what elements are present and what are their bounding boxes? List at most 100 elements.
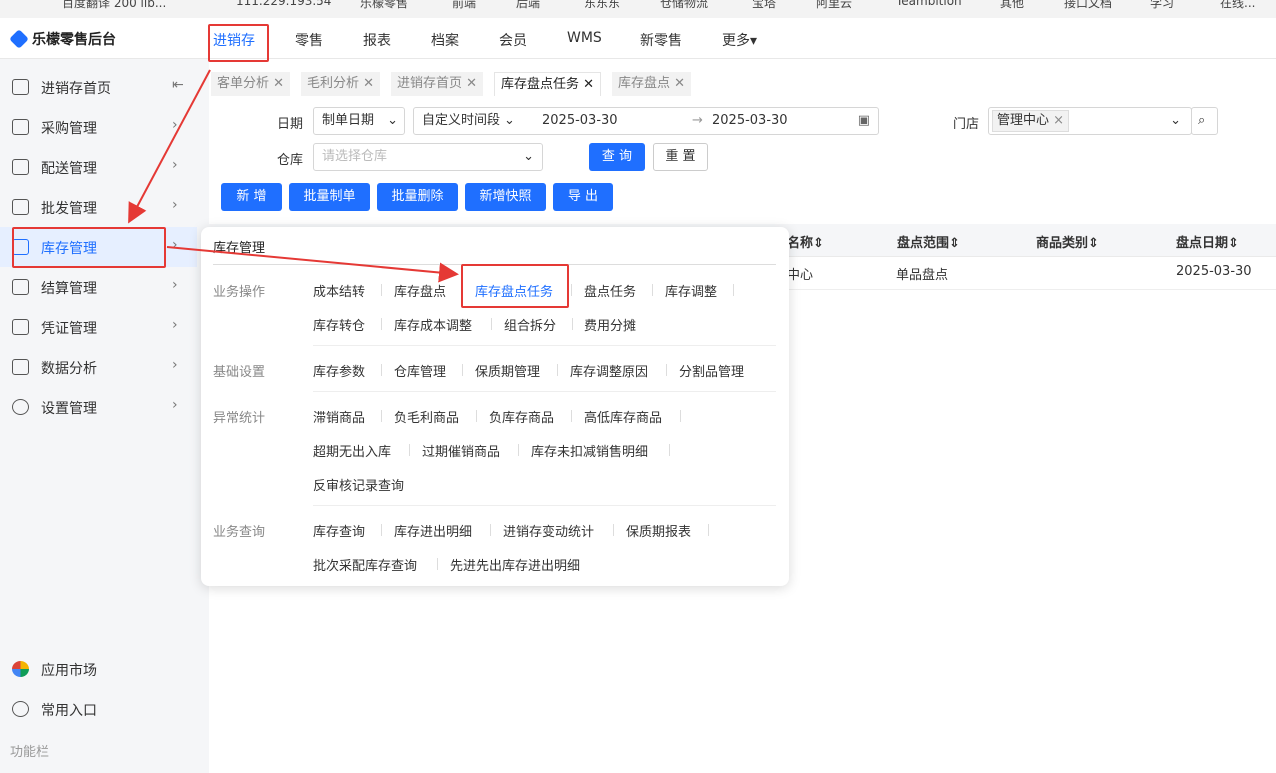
link-overdue-io[interactable]: 超期无出入库 xyxy=(313,441,391,460)
date-type-select[interactable]: 制单日期 ⌄ xyxy=(313,107,405,135)
bookmark[interactable]: 接口文档 xyxy=(1064,0,1112,11)
tab-customer-analysis[interactable]: 客单分析 ✕ xyxy=(211,72,291,96)
link-count-task[interactable]: 盘点任务 xyxy=(584,281,636,300)
query-button[interactable]: 查 询 xyxy=(589,143,645,171)
search-button[interactable]: ⌕ xyxy=(1191,107,1218,135)
tab-stocktake[interactable]: 库存盘点 ✕ xyxy=(612,72,692,96)
col-name[interactable]: 名称⇕ xyxy=(787,232,824,251)
document-icon xyxy=(12,319,29,335)
app-logo[interactable]: 乐檬零售后台 xyxy=(9,29,116,49)
link-stock-adjust[interactable]: 库存调整 xyxy=(665,281,717,300)
col-range[interactable]: 盘点范围⇕ xyxy=(897,232,960,251)
tab-margin-analysis[interactable]: 毛利分析 ✕ xyxy=(301,72,381,96)
link-stock-query[interactable]: 库存查询 xyxy=(313,521,365,540)
link-slow-moving[interactable]: 滞销商品 xyxy=(313,407,365,426)
bookmark[interactable]: 其他 xyxy=(1000,0,1024,11)
submenu-title: 库存管理 xyxy=(213,241,266,256)
link-expired-promo[interactable]: 过期催销商品 xyxy=(422,441,500,460)
link-undeducted-sales[interactable]: 库存未扣减销售明细 xyxy=(531,441,648,460)
link-shelf-report[interactable]: 保质期报表 xyxy=(626,521,691,540)
sidebar-item-wholesale[interactable]: 批发管理 › xyxy=(0,187,197,227)
sidebar-item-purchase[interactable]: 采购管理 › xyxy=(0,107,197,147)
topnav-member[interactable]: 会员 xyxy=(499,30,527,50)
bookmark[interactable]: 学习 xyxy=(1150,0,1174,11)
chevron-down-icon: ⌄ xyxy=(523,149,534,164)
common-entry[interactable]: 常用入口 xyxy=(0,689,197,729)
link-transfer[interactable]: 库存转仓 xyxy=(313,315,365,334)
link-reverse-audit[interactable]: 反审核记录查询 xyxy=(313,475,404,494)
link-high-low-stock[interactable]: 高低库存商品 xyxy=(584,407,662,426)
dollar-icon xyxy=(12,279,29,295)
batch-delete-button[interactable]: 批量删除 xyxy=(377,183,458,211)
col-category[interactable]: 商品类别⇕ xyxy=(1036,232,1099,251)
link-stocktake[interactable]: 库存盘点 xyxy=(394,281,446,300)
collapse-icon[interactable]: ⇤ xyxy=(172,77,184,93)
tab-inventory-home[interactable]: 进销存首页 ✕ xyxy=(391,72,484,96)
topnav-new-retail[interactable]: 新零售 xyxy=(640,30,682,50)
topnav-retail[interactable]: 零售 xyxy=(295,30,323,50)
batch-create-button[interactable]: 批量制单 xyxy=(289,183,370,211)
bookmark[interactable]: 东东东 xyxy=(584,0,620,11)
topnav-more[interactable]: 更多▾ xyxy=(722,30,757,50)
date-range-picker[interactable]: 自定义时间段 ⌄ 2025-03-30 → 2025-03-30 ▣ xyxy=(413,107,879,135)
bookmark[interactable]: 宝塔 xyxy=(752,0,776,11)
chevron-right-icon: › xyxy=(172,397,178,413)
link-cost-adjust[interactable]: 库存成本调整 xyxy=(394,315,472,334)
link-adjust-reason[interactable]: 库存调整原因 xyxy=(570,361,648,380)
link-change-stats[interactable]: 进销存变动统计 xyxy=(503,521,594,540)
link-params[interactable]: 库存参数 xyxy=(313,361,365,380)
add-snapshot-button[interactable]: 新增快照 xyxy=(465,183,546,211)
bookmark[interactable]: 仓储物流 xyxy=(660,0,708,11)
app-market[interactable]: 应用市场 xyxy=(0,649,197,689)
group-label: 基础设置 xyxy=(213,365,266,380)
heart-icon xyxy=(12,701,29,717)
bookmarks-bar: 百度翻译 200 lib... 111.229.193.54 乐檬零售 前端 后… xyxy=(0,0,1276,18)
store-label: 门店 xyxy=(953,117,980,132)
sidebar-item-voucher[interactable]: 凭证管理 › xyxy=(0,307,197,347)
add-button[interactable]: 新 增 xyxy=(221,183,282,211)
link-split-goods[interactable]: 分割品管理 xyxy=(679,361,744,380)
sidebar-item-inventory-home[interactable]: 进销存首页 ⇤ xyxy=(0,67,197,107)
store-select[interactable]: 管理中心 × ⌄ xyxy=(988,107,1192,135)
search-icon: ⌕ xyxy=(1198,113,1206,128)
highlight-sidebar xyxy=(12,227,166,268)
link-shelf-life[interactable]: 保质期管理 xyxy=(475,361,540,380)
chevron-down-icon: ⌄ xyxy=(1170,113,1181,128)
bookmark[interactable]: 乐檬零售 xyxy=(360,0,408,11)
sidebar-item-settings[interactable]: 设置管理 › xyxy=(0,387,197,427)
export-button[interactable]: 导 出 xyxy=(553,183,613,211)
calendar-icon[interactable]: ▣ xyxy=(858,108,870,134)
bookmark[interactable]: 在线... xyxy=(1220,0,1255,11)
end-date[interactable]: 2025-03-30 xyxy=(712,108,788,134)
topnav-report[interactable]: 报表 xyxy=(363,30,391,50)
bookmark[interactable]: 111.229.193.54 xyxy=(236,0,331,8)
warehouse-select[interactable]: 请选择仓库 ⌄ xyxy=(313,143,543,171)
bookmark[interactable]: 后端 xyxy=(516,0,540,11)
topnav-archive[interactable]: 档案 xyxy=(431,30,459,50)
tab-stocktake-task[interactable]: 库存盘点任务 ✕ xyxy=(494,72,602,96)
start-date[interactable]: 2025-03-30 xyxy=(542,108,618,134)
link-expense-share[interactable]: 费用分摊 xyxy=(584,315,636,334)
link-negative-margin[interactable]: 负毛利商品 xyxy=(394,407,459,426)
sidebar: 进销存首页 ⇤ 采购管理 › 配送管理 › 批发管理 › 库存管理 › 结算管理 › 凭证管… xyxy=(0,59,209,773)
bookmark[interactable]: 百度翻译 200 lib... xyxy=(62,0,166,11)
sidebar-item-analysis[interactable]: 数据分析 › xyxy=(0,347,197,387)
sidebar-item-distribution[interactable]: 配送管理 › xyxy=(0,147,197,187)
reset-button[interactable]: 重 置 xyxy=(653,143,708,171)
link-combine-split[interactable]: 组合拆分 xyxy=(504,315,556,334)
link-cost-carryover[interactable]: 成本结转 xyxy=(313,281,365,300)
group-label: 异常统计 xyxy=(213,411,266,426)
bookmark[interactable]: Teambition xyxy=(896,0,962,8)
link-fifo-detail[interactable]: 先进先出库存进出明细 xyxy=(450,555,580,574)
range-type[interactable]: 自定义时间段 xyxy=(422,113,500,128)
link-io-detail[interactable]: 库存进出明细 xyxy=(394,521,472,540)
link-batch-query[interactable]: 批次采配库存查询 xyxy=(313,555,417,574)
sidebar-item-settlement[interactable]: 结算管理 › xyxy=(0,267,197,307)
link-negative-stock[interactable]: 负库存商品 xyxy=(489,407,554,426)
col-date[interactable]: 盘点日期⇕ xyxy=(1176,232,1239,251)
bookmark[interactable]: 前端 xyxy=(452,0,476,11)
link-warehouse[interactable]: 仓库管理 xyxy=(394,361,446,380)
bookmark[interactable]: 阿里云 xyxy=(816,0,852,11)
topnav-wms[interactable]: WMS xyxy=(567,30,602,46)
close-icon[interactable]: × xyxy=(1053,113,1064,128)
